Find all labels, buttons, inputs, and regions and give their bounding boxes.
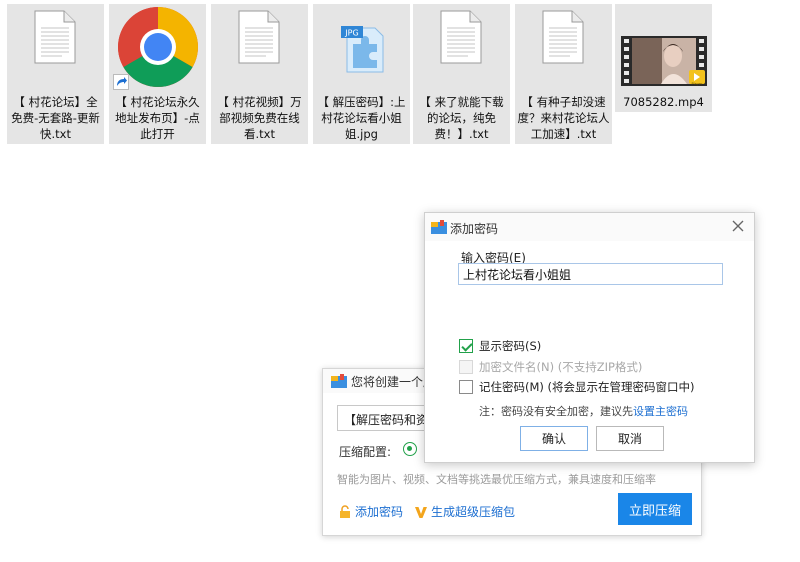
smart-compress-radio[interactable]	[403, 442, 417, 456]
super-pack-link[interactable]: 生成超级压缩包	[415, 503, 515, 520]
remember-password-option[interactable]: 记住密码(M) (将会显示在管理密码窗口中)	[459, 379, 695, 395]
file-item[interactable]: 【 有种子却没速度？来村花论坛人工加速】.txt	[515, 4, 612, 144]
cancel-button[interactable]: 取消	[596, 426, 664, 451]
show-password-checkbox[interactable]	[459, 339, 473, 353]
archive-app-icon	[431, 220, 447, 234]
chrome-icon	[118, 7, 198, 87]
file-thumbnail: Player	[615, 4, 712, 92]
dialog-titlebar[interactable]: 添加密码	[425, 213, 754, 241]
encrypt-filenames-label: 加密文件名(N) (不支持ZIP格式)	[479, 360, 643, 374]
text-file-icon	[542, 10, 584, 64]
compress-hint: 智能为图片、视频、文档等挑选最优压缩方式，兼具速度和压缩率	[337, 473, 656, 486]
confirm-button[interactable]: 确认	[520, 426, 588, 451]
file-item[interactable]: 【 村花论坛】全免费-无套路-更新快.txt	[7, 4, 104, 144]
encrypt-filenames-checkbox	[459, 360, 473, 374]
file-name: 7085282.mp4	[623, 95, 704, 109]
jpg-file-icon: JPG	[341, 26, 384, 73]
compress-now-button[interactable]: 立即压缩	[618, 493, 692, 525]
file-item[interactable]: JPG 【 解压密码】:上村花论坛看小姐姐.jpg	[313, 4, 410, 144]
dialog-title: 您将创建一个压	[351, 375, 436, 389]
add-password-label: 添加密码	[355, 505, 404, 519]
security-note: 注：密码没有安全加密，建议先设置主密码	[479, 403, 688, 419]
file-thumbnail: JPG	[313, 4, 410, 92]
password-input[interactable]	[458, 263, 723, 285]
show-password-label: 显示密码(S)	[479, 339, 542, 353]
file-grid: 【 村花论坛】全免费-无套路-更新快.txt 【 村花论坛永久地址发布页】-点此…	[0, 0, 800, 146]
file-name: 【 村花视频】万部视频免费在线看.txt	[217, 95, 302, 141]
close-icon[interactable]	[730, 218, 746, 234]
remember-password-label: 记住密码(M) (将会显示在管理密码窗口中)	[479, 380, 695, 394]
file-thumbnail	[211, 4, 308, 92]
jpg-badge: JPG	[344, 29, 358, 38]
file-thumbnail	[515, 4, 612, 92]
add-password-link[interactable]: 添加密码	[339, 503, 403, 520]
compress-config-label: 压缩配置:	[339, 445, 392, 459]
super-pack-label: 生成超级压缩包	[431, 505, 516, 519]
v-badge-icon	[415, 506, 427, 518]
file-name: 【 来了就能下载的论坛，纯免费！】.txt	[419, 95, 504, 141]
player-badge: Player	[692, 82, 703, 86]
set-master-password-link[interactable]: 设置主密码	[633, 405, 688, 418]
text-file-icon	[440, 10, 482, 64]
file-thumbnail	[413, 4, 510, 92]
file-name: 【 村花论坛永久地址发布页】-点此打开	[115, 95, 200, 141]
security-note-text: 注：密码没有安全加密，建议先	[479, 405, 633, 418]
file-thumbnail	[109, 4, 206, 92]
encrypt-filenames-option: 加密文件名(N) (不支持ZIP格式)	[459, 359, 642, 375]
video-thumbnail-icon: Player	[621, 36, 707, 86]
file-item[interactable]: 【 来了就能下载的论坛，纯免费！】.txt	[413, 4, 510, 144]
file-item[interactable]: Player 7085282.mp4	[615, 4, 712, 112]
file-name: 【 解压密码】:上村花论坛看小姐姐.jpg	[317, 95, 406, 141]
lock-icon	[340, 505, 350, 518]
file-thumbnail	[7, 4, 104, 92]
file-item[interactable]: 【 村花论坛永久地址发布页】-点此打开	[109, 4, 206, 144]
file-name: 【 有种子却没速度？来村花论坛人工加速】.txt	[517, 95, 610, 141]
file-name: 【 村花论坛】全免费-无套路-更新快.txt	[11, 95, 100, 141]
dialog-title: 添加密码	[450, 222, 499, 236]
add-password-dialog: 添加密码 输入密码(E) 显示密码(S) 加密文件名(N) (不支持ZIP格式)…	[424, 212, 755, 463]
text-file-icon	[238, 10, 280, 64]
show-password-option[interactable]: 显示密码(S)	[459, 338, 541, 354]
remember-password-checkbox[interactable]	[459, 380, 473, 394]
file-item[interactable]: 【 村花视频】万部视频免费在线看.txt	[211, 4, 308, 144]
shortcut-arrow-icon	[113, 74, 129, 90]
text-file-icon	[34, 10, 76, 64]
archive-app-icon	[331, 374, 347, 388]
